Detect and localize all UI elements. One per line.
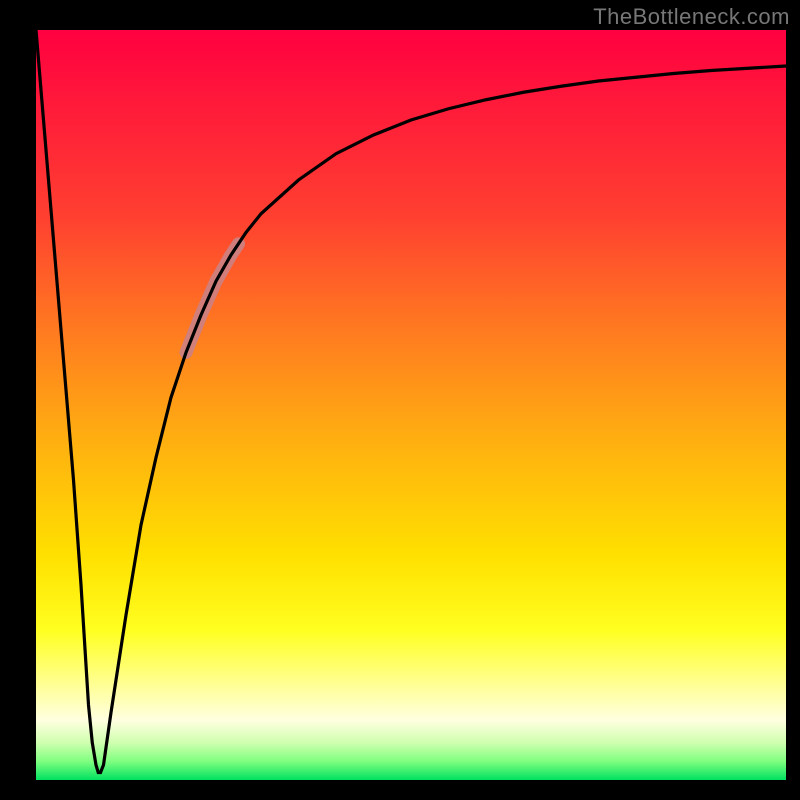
gradient-background <box>36 30 786 780</box>
frame-right <box>786 0 800 800</box>
plot-svg <box>0 0 800 800</box>
frame-bottom <box>0 780 800 800</box>
chart-stage: TheBottleneck.com <box>0 0 800 800</box>
attribution-label: TheBottleneck.com <box>593 4 790 30</box>
frame-left <box>0 0 36 800</box>
